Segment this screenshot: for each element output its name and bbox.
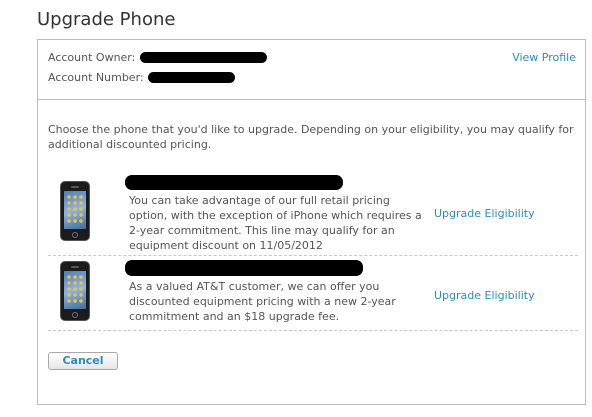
upgrade-eligibility-link[interactable]: Upgrade Eligibility [434,289,535,302]
line-description: You can take advantage of our full retai… [129,194,422,252]
page-title: Upgrade Phone [37,9,176,30]
account-info: Account Owner: Account Number: View Prof… [38,40,585,100]
account-owner-row: Account Owner: [48,51,268,64]
iphone-icon [60,261,90,321]
intro-text: Choose the phone that you'd like to upgr… [48,123,574,151]
account-owner-label: Account Owner: [48,51,136,64]
account-number-label: Account Number: [48,71,144,84]
view-profile-link[interactable]: View Profile [512,51,576,64]
account-number-redaction [147,72,235,83]
cancel-button[interactable]: Cancel [48,352,118,370]
line-description: As a valued AT&T customer, we can offer … [129,280,396,323]
phone-line-row: You can take advantage of our full retai… [48,173,578,256]
upgrade-panel: Account Owner: Account Number: View Prof… [37,39,586,405]
account-owner-redaction [140,52,268,63]
phone-line-row: As a valued AT&T customer, we can offer … [48,256,578,331]
iphone-icon [60,181,90,241]
phone-number-redaction [125,260,363,276]
account-number-row: Account Number: [48,71,235,84]
upgrade-eligibility-link[interactable]: Upgrade Eligibility [434,207,535,220]
phone-number-redaction [125,175,343,190]
